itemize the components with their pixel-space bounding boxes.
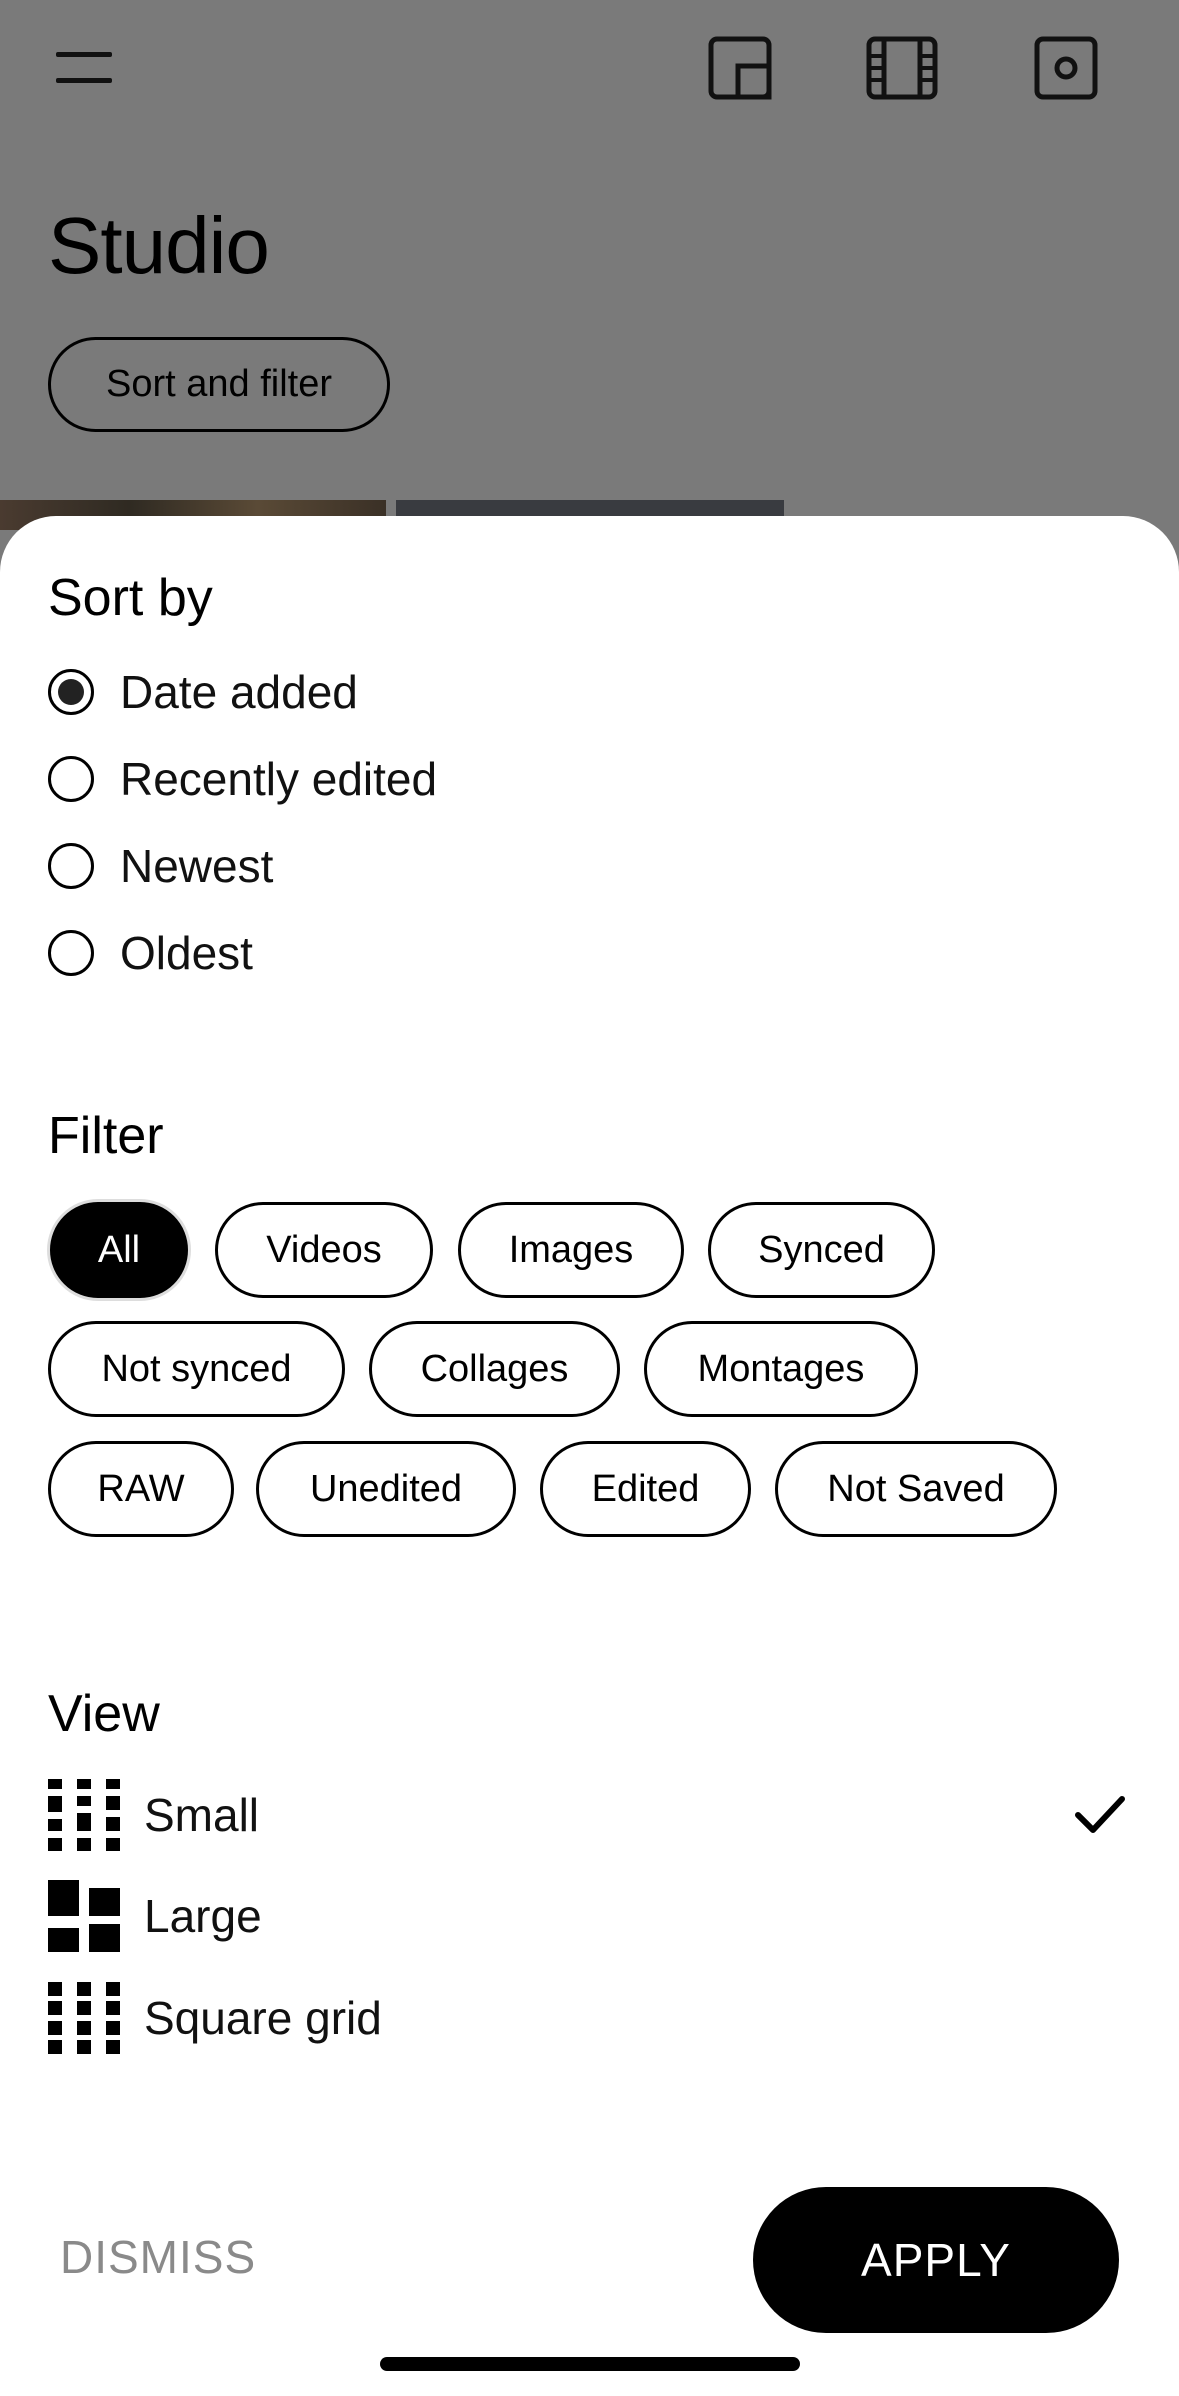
filter-chip-not-synced[interactable]: Not synced <box>48 1321 345 1417</box>
checkmark-icon <box>1072 1787 1128 1843</box>
home-indicator[interactable] <box>380 2357 800 2371</box>
filter-chip-synced[interactable]: Synced <box>708 1202 935 1298</box>
dismiss-button[interactable]: DISMISS <box>60 2230 256 2284</box>
sort-by-heading: Sort by <box>48 569 213 627</box>
radio-icon[interactable] <box>48 756 94 802</box>
screen: Studio Sort and filter Sort by Date adde… <box>0 0 1179 2396</box>
filter-chip-montages[interactable]: Montages <box>644 1321 918 1417</box>
filter-chip-images[interactable]: Images <box>458 1202 684 1298</box>
large-grid-icon <box>48 1880 120 1952</box>
filter-chip-videos[interactable]: Videos <box>215 1202 433 1298</box>
sort-option-date-added[interactable]: Date added <box>48 662 358 722</box>
radio-icon[interactable] <box>48 843 94 889</box>
page-title: Studio <box>48 201 270 290</box>
filter-chip-edited[interactable]: Edited <box>540 1441 751 1537</box>
sort-option-oldest[interactable]: Oldest <box>48 923 253 983</box>
view-option-large[interactable]: Large <box>48 1880 1128 1952</box>
square-grid-icon <box>48 1982 120 2054</box>
filter-heading: Filter <box>48 1107 164 1165</box>
sort-option-newest[interactable]: Newest <box>48 836 273 896</box>
picture-in-picture-icon[interactable] <box>708 36 772 100</box>
sort-option-label: Newest <box>120 840 274 892</box>
view-option-small[interactable]: Small <box>48 1779 1128 1851</box>
view-option-label: Small <box>144 1789 260 1841</box>
film-icon[interactable] <box>866 36 938 100</box>
menu-icon[interactable] <box>56 48 112 88</box>
view-option-square-grid[interactable]: Square grid <box>48 1982 1128 2054</box>
view-heading: View <box>48 1685 160 1743</box>
sort-option-label: Oldest <box>120 927 253 979</box>
filter-chip-all[interactable]: All <box>50 1202 188 1298</box>
filter-chip-collages[interactable]: Collages <box>369 1321 620 1417</box>
radio-icon[interactable] <box>48 930 94 976</box>
radio-selected-icon[interactable] <box>48 669 94 715</box>
sort-and-filter-button[interactable]: Sort and filter <box>48 337 390 432</box>
sort-option-label: Recently edited <box>120 753 438 805</box>
sort-option-recently-edited[interactable]: Recently edited <box>48 749 437 809</box>
view-option-label: Large <box>144 1890 262 1942</box>
camera-icon[interactable] <box>1034 36 1098 100</box>
filter-chip-unedited[interactable]: Unedited <box>256 1441 516 1537</box>
filter-chip-raw[interactable]: RAW <box>48 1441 234 1537</box>
apply-button[interactable]: APPLY <box>753 2187 1119 2333</box>
small-grid-icon <box>48 1779 120 1851</box>
filter-chip-not-saved[interactable]: Not Saved <box>775 1441 1057 1537</box>
view-option-label: Square grid <box>144 1992 382 2044</box>
sort-option-label: Date added <box>120 666 358 718</box>
